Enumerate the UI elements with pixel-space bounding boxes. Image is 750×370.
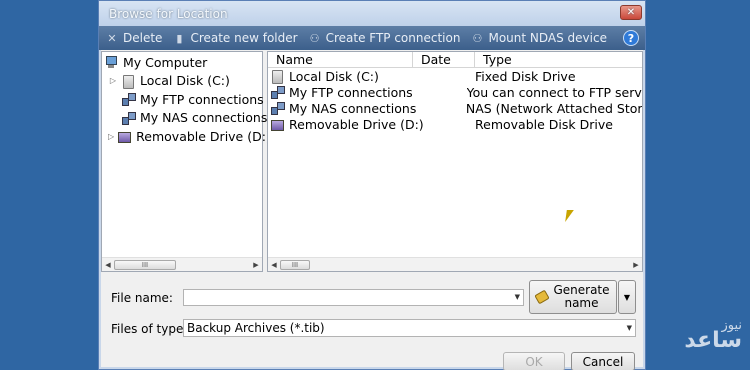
file-name-input[interactable]: ▼ xyxy=(183,289,524,306)
tree-item-removable[interactable]: ▷ Removable Drive (D:) xyxy=(102,127,271,146)
generate-name-dropdown[interactable]: ▼ xyxy=(618,280,636,314)
scroll-left-icon[interactable]: ◀ xyxy=(102,261,114,269)
tree-item-nas[interactable]: My NAS connections xyxy=(102,109,267,128)
expand-arrow-icon[interactable]: ▷ xyxy=(108,76,118,85)
tree-item-local-disk[interactable]: ▷ Local Disk (C:) xyxy=(102,72,262,91)
browse-location-dialog: Browse for Location ✕ ✕ Delete ▮ Create … xyxy=(98,0,646,370)
removable-drive-icon xyxy=(117,129,132,144)
scroll-right-icon[interactable]: ▶ xyxy=(250,261,262,269)
browser-panes: My Computer ▷ Local Disk (C:) My FTP con… xyxy=(101,51,643,272)
list-horizontal-scrollbar[interactable]: ◀ III ▶ xyxy=(268,257,642,271)
file-name-label: File name: xyxy=(111,291,173,305)
create-ftp-button[interactable]: ⚇ Create FTP connection xyxy=(308,31,461,45)
delete-button[interactable]: ✕ Delete xyxy=(105,31,162,45)
list-item[interactable]: My NAS connections NAS (Network Attached… xyxy=(268,100,642,116)
list-header: Name Date Type xyxy=(268,52,642,68)
ftp-icon xyxy=(270,85,285,99)
expand-arrow-icon[interactable]: ▷ xyxy=(108,132,114,141)
scroll-right-icon[interactable]: ▶ xyxy=(630,261,642,269)
file-list[interactable]: Name Date Type Local Disk (C:) Fixed Dis… xyxy=(267,51,643,272)
removable-drive-icon xyxy=(270,117,284,131)
dropdown-arrow-icon[interactable]: ▼ xyxy=(515,293,520,301)
scroll-thumb[interactable]: III xyxy=(280,259,310,270)
file-type-label: Files of type: xyxy=(111,322,188,336)
nas-icon xyxy=(270,101,285,115)
scroll-thumb[interactable]: III xyxy=(114,259,176,270)
nas-icon: ⚇ xyxy=(472,31,483,45)
dropdown-arrow-icon[interactable]: ▼ xyxy=(627,324,632,332)
help-icon[interactable]: ? xyxy=(623,30,639,46)
folder-tree[interactable]: My Computer ▷ Local Disk (C:) My FTP con… xyxy=(101,51,271,272)
tree-item-my-computer[interactable]: My Computer xyxy=(102,53,262,72)
ftp-icon xyxy=(121,92,136,107)
ftp-icon: ⚇ xyxy=(309,31,320,45)
computer-icon xyxy=(104,55,118,69)
column-header-date[interactable]: Date xyxy=(413,52,475,67)
ok-button[interactable]: OK xyxy=(503,352,565,370)
disk-icon xyxy=(270,69,284,84)
scroll-left-icon[interactable]: ◀ xyxy=(268,261,280,269)
column-header-type[interactable]: Type xyxy=(475,52,642,67)
disk-icon xyxy=(121,74,135,89)
create-folder-button[interactable]: ▮ Create new folder xyxy=(172,31,297,45)
toolbar: ✕ Delete ▮ Create new folder ⚇ Create FT… xyxy=(99,26,645,50)
window-title: Browse for Location xyxy=(109,6,228,21)
mount-ndas-button[interactable]: ⚇ Mount NDAS device xyxy=(470,31,607,45)
tree-horizontal-scrollbar[interactable]: ◀ III ▶ xyxy=(102,257,262,271)
file-type-select[interactable]: Backup Archives (*.tib) ▼ xyxy=(183,319,636,337)
tree-item-ftp[interactable]: My FTP connections xyxy=(102,90,264,109)
list-item[interactable]: Removable Drive (D:) Removable Disk Driv… xyxy=(268,116,642,132)
watermark-logo: نیوز ساعد xyxy=(684,318,742,353)
generate-name-button[interactable]: Generate name xyxy=(529,280,617,314)
column-header-name[interactable]: Name xyxy=(268,52,413,67)
cancel-button[interactable]: Cancel xyxy=(571,352,635,370)
nas-icon xyxy=(121,111,136,125)
list-item[interactable]: My FTP connections You can connect to FT… xyxy=(268,84,642,100)
title-bar: Browse for Location ✕ xyxy=(99,1,645,26)
close-button[interactable]: ✕ xyxy=(620,5,642,20)
folder-icon: ▮ xyxy=(176,31,183,45)
tag-icon xyxy=(534,289,551,305)
list-item[interactable]: Local Disk (C:) Fixed Disk Drive xyxy=(268,68,642,84)
delete-icon: ✕ xyxy=(107,31,117,45)
